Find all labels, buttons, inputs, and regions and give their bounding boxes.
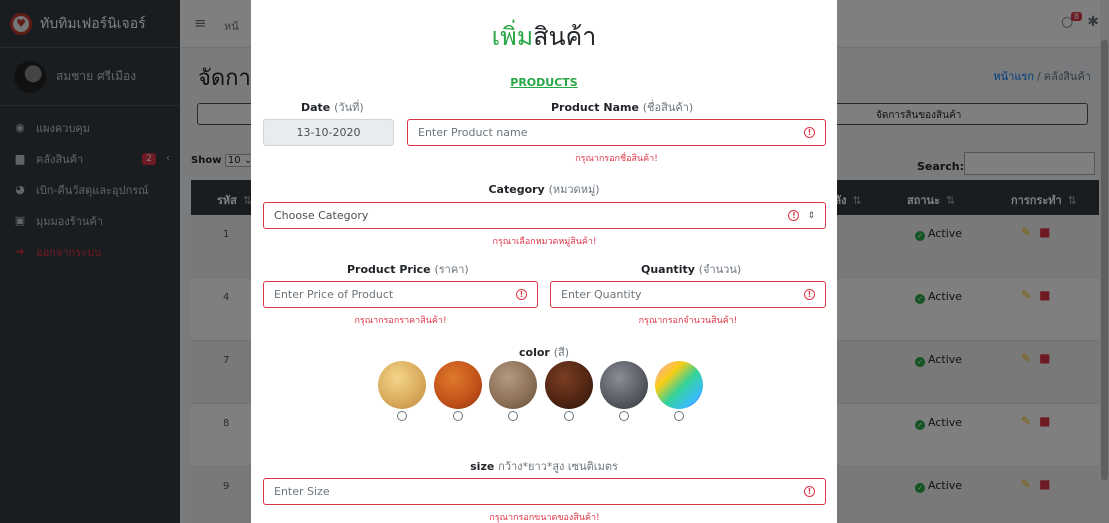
product-name-placeholder: Enter Product name [418, 126, 528, 139]
color-radio-5[interactable] [619, 411, 629, 421]
quantity-label: Quantity (จำนวน) [641, 260, 741, 278]
date-value: 13-10-2020 [296, 126, 361, 139]
date-field: 13-10-2020 [263, 119, 394, 146]
date-label-en: Date [301, 101, 331, 114]
size-label: size กว้าง*ยาว*สูง เซนติเมตร [251, 457, 837, 475]
category-error: กรุณาเลือกหมวดหมู่สินค้า! [492, 237, 597, 247]
select-updown-icon: ⇕ [807, 210, 815, 221]
size-error: กรุณากรอกขนาดของสินค้า! [489, 513, 600, 523]
price-error: กรุณากรอกราคาสินค้า! [354, 316, 447, 326]
color-swatch-walnut-grey[interactable] [489, 361, 537, 409]
products-link[interactable]: PRODUCTS [251, 76, 837, 89]
product-name-label-en: Product Name [551, 101, 639, 114]
color-label-th: (สี) [553, 346, 569, 359]
color-radio-3[interactable] [508, 411, 518, 421]
size-label-th: กว้าง*ยาว*สูง เซนติเมตร [498, 460, 618, 473]
size-input[interactable]: Enter Size! [263, 478, 826, 505]
category-placeholder: Choose Category [274, 209, 369, 222]
quantity-input[interactable]: Enter Quantity! [550, 281, 826, 308]
category-label-en: Category [488, 183, 545, 196]
error-alert-icon: ! [804, 127, 815, 138]
price-placeholder: Enter Price of Product [274, 288, 394, 301]
error-alert-icon: ! [804, 289, 815, 300]
quantity-error: กรุณากรอกจำนวนสินค้า! [638, 316, 738, 326]
error-alert-icon: ! [788, 210, 800, 221]
color-swatch-charcoal[interactable] [600, 361, 648, 409]
category-label-th: (หมวดหมู่) [548, 183, 600, 196]
category-label: Category (หมวดหมู่) [251, 180, 837, 198]
date-label: Date (วันที่) [301, 98, 364, 116]
color-swatch-teak[interactable] [434, 361, 482, 409]
price-label-th: (ราคา) [434, 263, 469, 276]
color-label-en: color [519, 346, 550, 359]
quantity-label-en: Quantity [641, 263, 695, 276]
modal-title: เพิ่มสินค้า [251, 17, 837, 57]
category-select[interactable]: Choose Category! ⇕ [263, 202, 826, 229]
color-radio-1[interactable] [397, 411, 407, 421]
product-name-input[interactable]: Enter Product name! [407, 119, 826, 146]
modal-title-accent: เพิ่ม [491, 22, 534, 51]
color-swatch-light-oak[interactable] [378, 361, 426, 409]
price-label-en: Product Price [347, 263, 431, 276]
price-input[interactable]: Enter Price of Product! [263, 281, 538, 308]
product-name-error: กรุณากรอกชื่อสินค้า! [575, 154, 658, 164]
color-label: color (สี) [251, 343, 837, 361]
quantity-label-th: (จำนวน) [698, 263, 742, 276]
product-name-label: Product Name (ชื่อสินค้า) [551, 98, 693, 116]
quantity-placeholder: Enter Quantity [561, 288, 642, 301]
color-swatch-rainbow[interactable] [655, 361, 703, 409]
color-radio-6[interactable] [674, 411, 684, 421]
price-label: Product Price (ราคา) [347, 260, 469, 278]
date-label-th: (วันที่) [334, 101, 364, 114]
color-swatch-dark-wood[interactable] [545, 361, 593, 409]
error-alert-icon: ! [804, 486, 815, 497]
color-radio-4[interactable] [564, 411, 574, 421]
product-name-label-th: (ชื่อสินค้า) [642, 101, 694, 114]
size-placeholder: Enter Size [274, 485, 330, 498]
size-label-en: size [470, 460, 495, 473]
modal-title-main: สินค้า [533, 22, 597, 51]
color-radio-2[interactable] [453, 411, 463, 421]
add-product-modal: เพิ่มสินค้า PRODUCTS Date (วันที่) 13-10… [251, 0, 837, 523]
error-alert-icon: ! [516, 289, 527, 300]
